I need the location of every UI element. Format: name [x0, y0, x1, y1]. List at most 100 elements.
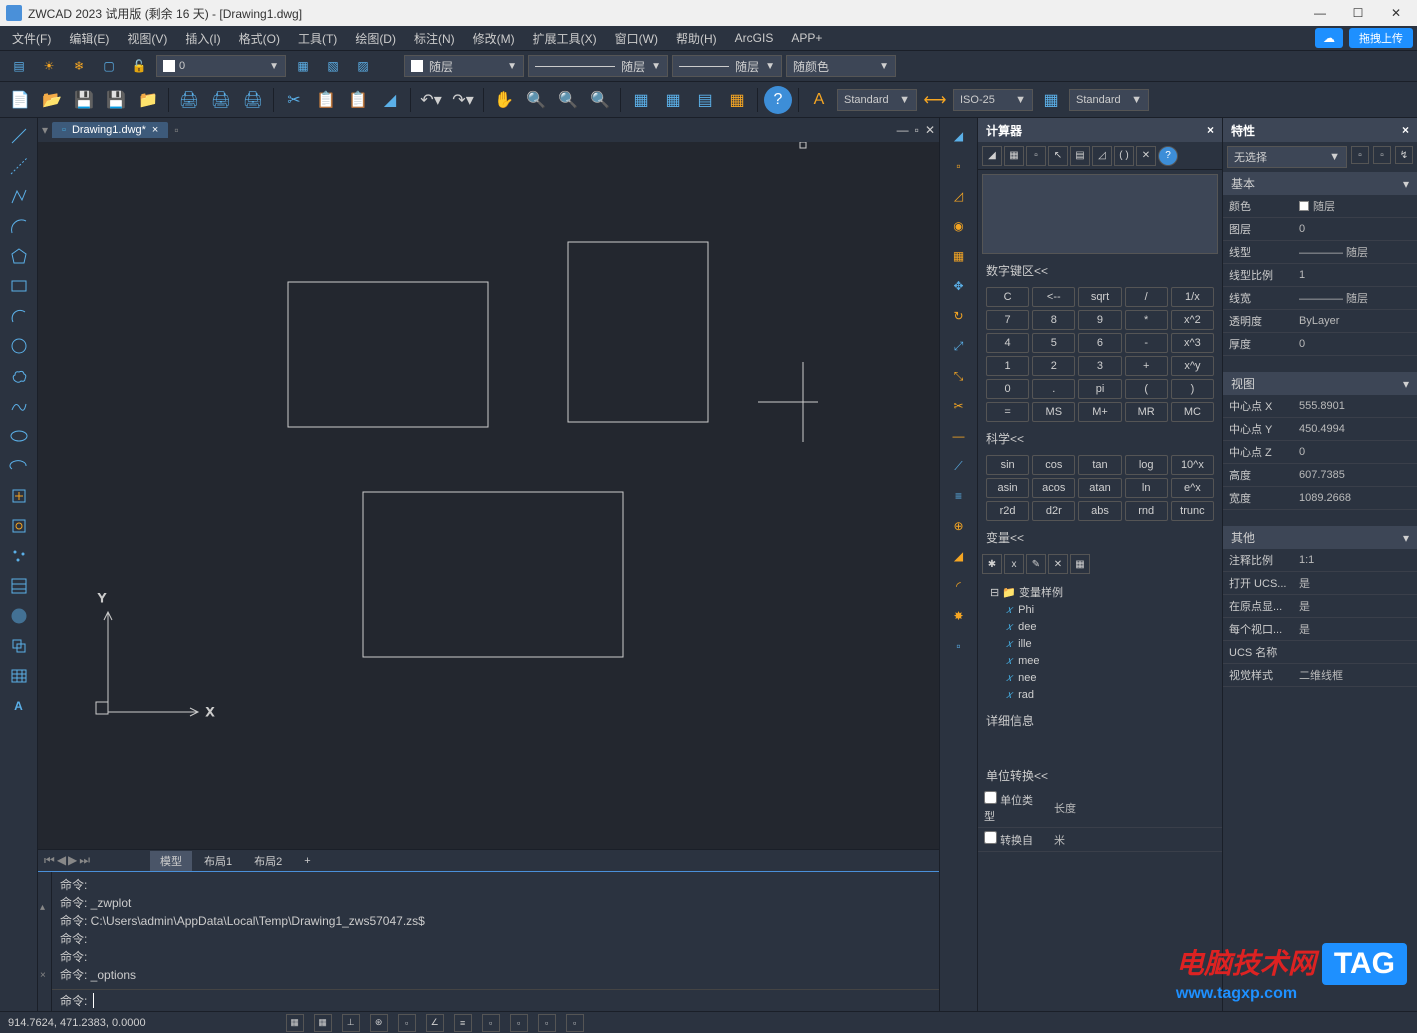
prop-row[interactable]: 厚度0	[1223, 333, 1417, 356]
pan-icon[interactable]: ✋	[490, 86, 518, 114]
fillet-icon[interactable]: ◜	[945, 572, 973, 600]
sci-key-atan[interactable]: atan	[1078, 478, 1121, 498]
doc-minimize-icon[interactable]: —	[897, 123, 909, 137]
tool-palette-icon[interactable]: ▤	[691, 86, 719, 114]
command-history[interactable]: 命令: 命令: _zwplot 命令: C:\Users\admin\AppDa…	[52, 872, 939, 989]
pickadd-icon[interactable]: ▫	[1373, 146, 1391, 164]
tab-add-icon[interactable]: ▫	[174, 123, 178, 137]
var-row[interactable]: 𝑥 nee	[986, 670, 1214, 687]
sci-key-r2d[interactable]: r2d	[986, 501, 1029, 521]
drawing-canvas[interactable]: Y X	[38, 142, 939, 849]
ellipse-icon[interactable]	[5, 422, 33, 450]
tab-first-icon[interactable]: ⏮	[44, 853, 55, 868]
menu-modify[interactable]: 修改(M)	[465, 28, 523, 49]
sci-key-trunc[interactable]: trunc	[1171, 501, 1214, 521]
calc-key-2[interactable]: 2	[1032, 356, 1075, 376]
cloud-icon[interactable]: ☁	[1315, 28, 1343, 48]
undo-icon[interactable]: ↶▾	[417, 86, 445, 114]
model-button[interactable]: ▫	[510, 1014, 528, 1032]
menu-view[interactable]: 视图(V)	[119, 28, 175, 49]
calc-close-icon[interactable]: ×	[1207, 123, 1214, 137]
var-section-head[interactable]: 变量<<	[978, 525, 1222, 550]
sci-key-ln[interactable]: ln	[1125, 478, 1168, 498]
sci-key-log[interactable]: log	[1125, 455, 1168, 475]
calc-key-([interactable]: (	[1125, 379, 1168, 399]
unit-from-value[interactable]: 米	[1048, 828, 1222, 851]
doc-close-icon[interactable]: ✕	[925, 123, 935, 137]
arc-icon[interactable]	[5, 212, 33, 240]
calc-tb-4[interactable]: ↖	[1048, 146, 1068, 166]
calc-key-1[interactable]: 1	[986, 356, 1029, 376]
calc-key-4[interactable]: 4	[986, 333, 1029, 353]
color-combo[interactable]: 随层 ▼	[404, 55, 524, 77]
line-icon[interactable]	[5, 122, 33, 150]
calc-key-x^3[interactable]: x^3	[1171, 333, 1214, 353]
calc-key-MR[interactable]: MR	[1125, 402, 1168, 422]
var-row[interactable]: 𝑥 Phi	[986, 602, 1214, 619]
saveas-icon[interactable]: 💾	[102, 86, 130, 114]
calc-key-C[interactable]: C	[986, 287, 1029, 307]
calc-key-pi[interactable]: pi	[1078, 379, 1121, 399]
doc-tab[interactable]: ▫ Drawing1.dwg* ×	[52, 122, 168, 138]
calc-key-5[interactable]: 5	[1032, 333, 1075, 353]
layout2-tab[interactable]: 布局2	[244, 851, 292, 871]
calc-tb-5[interactable]: ▤	[1070, 146, 1090, 166]
unit-type-value[interactable]: 长度	[1048, 788, 1222, 827]
sci-key-rnd[interactable]: rnd	[1125, 501, 1168, 521]
calc-tb-2[interactable]: ▦	[1004, 146, 1024, 166]
tablestyle-combo[interactable]: Standard▼	[1069, 89, 1149, 111]
polar-button[interactable]: ⊛	[370, 1014, 388, 1032]
menu-insert[interactable]: 插入(I)	[177, 28, 228, 49]
rectangle-icon[interactable]	[5, 272, 33, 300]
sci-key-abs[interactable]: abs	[1078, 501, 1121, 521]
prop-row[interactable]: 颜色 随层	[1223, 195, 1417, 218]
gradient-icon[interactable]	[5, 602, 33, 630]
select-obj-icon[interactable]: ↯	[1395, 146, 1413, 164]
menu-app[interactable]: APP+	[783, 29, 830, 47]
selection-combo[interactable]: 无选择 ▼	[1227, 146, 1347, 168]
cycle-button[interactable]: ▫	[538, 1014, 556, 1032]
copy-icon[interactable]: 📋	[312, 86, 340, 114]
layer-prev-icon[interactable]: ▧	[320, 53, 346, 79]
lwt-button[interactable]: ≡	[454, 1014, 472, 1032]
menu-file[interactable]: 文件(F)	[4, 28, 59, 49]
minimize-button[interactable]: —	[1305, 3, 1335, 23]
new-icon[interactable]: 📄	[6, 86, 34, 114]
calc-key-3[interactable]: 3	[1078, 356, 1121, 376]
prop-row[interactable]: 透明度ByLayer	[1223, 310, 1417, 333]
upload-button[interactable]: 拖拽上传	[1349, 28, 1413, 48]
join-icon[interactable]: ⊕	[945, 512, 973, 540]
plotcolor-combo[interactable]: 随颜色 ▼	[786, 55, 896, 77]
calc-tb-6[interactable]: ◿	[1092, 146, 1112, 166]
calc-key-0[interactable]: 0	[986, 379, 1029, 399]
var-row[interactable]: 𝑥 mee	[986, 653, 1214, 670]
scale-icon[interactable]: ⤢	[945, 332, 973, 360]
prop-row[interactable]: 线宽———— 随层	[1223, 287, 1417, 310]
menu-tools[interactable]: 工具(T)	[290, 28, 345, 49]
tab-next-icon[interactable]: ▶	[68, 853, 77, 868]
polygon-icon[interactable]	[5, 242, 33, 270]
command-input[interactable]	[93, 993, 931, 1008]
prop-row[interactable]: 视觉样式二维线框	[1223, 664, 1417, 687]
sci-section-head[interactable]: 科学<<	[978, 426, 1222, 451]
props-close-icon[interactable]: ×	[1402, 123, 1409, 137]
hatch-icon[interactable]	[5, 572, 33, 600]
rotate-icon[interactable]: ↻	[945, 302, 973, 330]
calc-key-=[interactable]: =	[986, 402, 1029, 422]
text-icon[interactable]: A	[5, 692, 33, 720]
numpad-section-head[interactable]: 数字键区<<	[978, 258, 1222, 283]
tab-close-icon[interactable]: ×	[152, 124, 158, 136]
calc-key-)[interactable]: )	[1171, 379, 1214, 399]
calc-icon[interactable]: ▦	[723, 86, 751, 114]
erase-icon[interactable]: ◢	[945, 122, 973, 150]
break-icon[interactable]: ≡	[945, 482, 973, 510]
prop-row[interactable]: 在原点显...是	[1223, 595, 1417, 618]
copy-modify-icon[interactable]: ▫	[945, 152, 973, 180]
calc-key-MS[interactable]: MS	[1032, 402, 1075, 422]
calc-key-+[interactable]: +	[1125, 356, 1168, 376]
prop-row[interactable]: 中心点 Y450.4994	[1223, 418, 1417, 441]
unit-type-check[interactable]	[984, 791, 997, 804]
region-icon[interactable]	[5, 632, 33, 660]
quickselect-icon[interactable]: ▫	[1351, 146, 1369, 164]
move-icon[interactable]: ✥	[945, 272, 973, 300]
